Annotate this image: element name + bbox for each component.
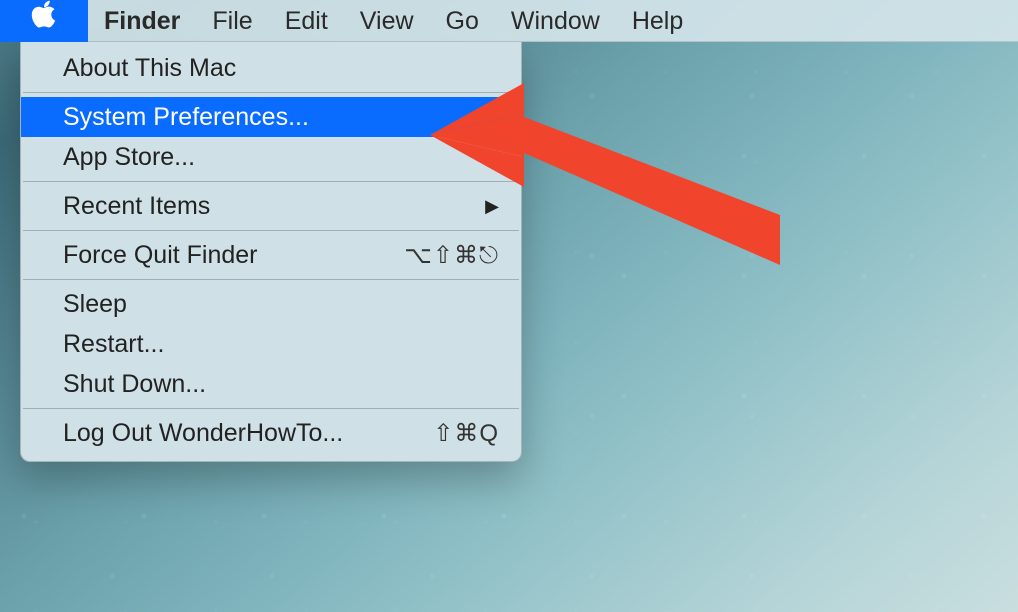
menu-item-system-preferences[interactable]: System Preferences...: [21, 97, 521, 137]
menubar-item-edit[interactable]: Edit: [269, 0, 344, 42]
menu-item-force-quit[interactable]: Force Quit Finder ⌥⇧⌘⎋: [21, 235, 521, 275]
menubar-item-view[interactable]: View: [344, 0, 430, 42]
menu-separator: [23, 92, 519, 93]
apple-menu-dropdown: About This Mac System Preferences... App…: [20, 42, 522, 462]
menubar-item-file[interactable]: File: [196, 0, 268, 42]
menu-separator: [23, 181, 519, 182]
menu-item-label: Log Out WonderHowTo...: [63, 419, 433, 448]
apple-menu-button[interactable]: [0, 0, 88, 42]
submenu-arrow-icon: ▶: [485, 196, 499, 217]
menubar-item-help[interactable]: Help: [616, 0, 699, 42]
menu-item-label: About This Mac: [63, 54, 499, 83]
menu-item-label: App Store...: [63, 143, 499, 172]
menubar-item-go[interactable]: Go: [430, 0, 495, 42]
menu-item-shut-down[interactable]: Shut Down...: [21, 364, 521, 404]
menubar: Finder File Edit View Go Window Help: [0, 0, 1018, 42]
menu-item-restart[interactable]: Restart...: [21, 324, 521, 364]
menubar-app-name[interactable]: Finder: [88, 0, 196, 42]
menu-item-shortcut: ⌥⇧⌘⎋: [404, 241, 499, 270]
menu-item-label: Force Quit Finder: [63, 241, 404, 270]
menu-item-about-this-mac[interactable]: About This Mac: [21, 48, 521, 88]
menu-item-sleep[interactable]: Sleep: [21, 284, 521, 324]
menu-item-recent-items[interactable]: Recent Items ▶: [21, 186, 521, 226]
menu-item-label: Sleep: [63, 290, 499, 319]
menu-item-label: Restart...: [63, 330, 499, 359]
menu-separator: [23, 408, 519, 409]
menu-item-log-out[interactable]: Log Out WonderHowTo... ⇧⌘Q: [21, 413, 521, 453]
menu-separator: [23, 279, 519, 280]
menu-item-label: System Preferences...: [63, 103, 499, 132]
menu-item-label: Shut Down...: [63, 370, 499, 399]
menu-separator: [23, 230, 519, 231]
menu-item-shortcut: ⇧⌘Q: [433, 419, 499, 448]
menu-item-app-store[interactable]: App Store...: [21, 137, 521, 177]
apple-logo-icon: [30, 0, 58, 43]
menu-item-label: Recent Items: [63, 192, 485, 221]
menubar-item-window[interactable]: Window: [495, 0, 616, 42]
